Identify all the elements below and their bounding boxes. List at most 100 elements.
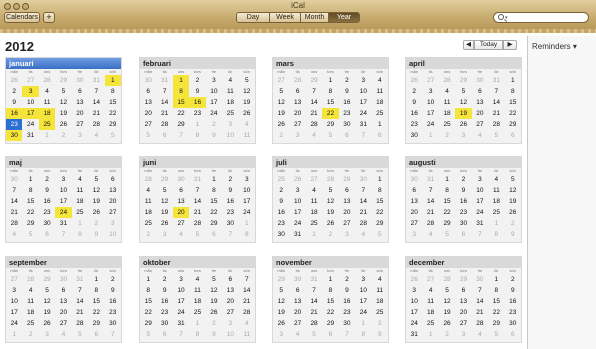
day-cell[interactable]: 14: [488, 97, 504, 108]
day-cell[interactable]: 24: [22, 119, 38, 130]
day-cell[interactable]: 5: [322, 130, 338, 141]
day-cell[interactable]: 29: [322, 119, 338, 130]
month-november[interactable]: november mån tis ons tors fre lör sön 29 30 31 1 2 3 4…: [272, 256, 389, 343]
day-cell[interactable]: 3: [355, 274, 371, 285]
day-cell[interactable]: 23: [189, 108, 205, 119]
day-cell[interactable]: 7: [306, 285, 322, 296]
day-cell[interactable]: 27: [406, 218, 422, 229]
day-cell[interactable]: 8: [172, 86, 190, 97]
month-title[interactable]: december: [406, 257, 521, 268]
day-cell[interactable]: 11: [222, 86, 238, 97]
day-cell[interactable]: 31: [306, 274, 322, 285]
day-cell[interactable]: 9: [372, 329, 388, 340]
day-cell[interactable]: 31: [488, 75, 504, 86]
day-cell[interactable]: 3: [222, 119, 238, 130]
day-cell[interactable]: 21: [306, 108, 322, 119]
day-cell[interactable]: 23: [339, 108, 355, 119]
month-title[interactable]: april: [406, 58, 521, 69]
day-cell[interactable]: 1: [239, 218, 255, 229]
day-cell[interactable]: 6: [339, 185, 355, 196]
day-cell[interactable]: 17: [406, 307, 422, 318]
day-cell[interactable]: 7: [55, 229, 71, 240]
next-year-button[interactable]: ▶: [503, 40, 517, 50]
day-cell[interactable]: 17: [239, 196, 255, 207]
day-cell[interactable]: 27: [222, 307, 238, 318]
day-cell[interactable]: 16: [339, 296, 355, 307]
day-cell[interactable]: 12: [88, 185, 104, 196]
day-cell[interactable]: 18: [439, 108, 455, 119]
day-cell[interactable]: 3: [406, 285, 422, 296]
day-cell[interactable]: 6: [455, 229, 471, 240]
day-cell[interactable]: 29: [156, 174, 172, 185]
day-cell[interactable]: 21: [355, 207, 371, 218]
day-cell[interactable]: 2: [505, 274, 521, 285]
day-cell[interactable]: 1: [422, 329, 438, 340]
day-cell[interactable]: 2: [140, 229, 156, 240]
day-cell[interactable]: 22: [173, 108, 189, 119]
day-cell[interactable]: 20: [472, 108, 488, 119]
day-cell[interactable]: 30: [55, 274, 71, 285]
day-cell[interactable]: 6: [72, 86, 88, 97]
month-oktober[interactable]: oktober mån tis ons tors fre lör sön 1 2 3 4 5 6 7 8 9 10…: [139, 256, 256, 343]
day-cell[interactable]: 15: [22, 196, 38, 207]
day-cell[interactable]: 1: [104, 75, 121, 86]
day-cell[interactable]: 9: [206, 329, 222, 340]
day-cell[interactable]: 8: [322, 86, 338, 97]
day-cell[interactable]: 11: [72, 185, 88, 196]
day-cell[interactable]: 25: [140, 218, 156, 229]
day-cell[interactable]: 9: [505, 229, 521, 240]
day-cell[interactable]: 15: [372, 196, 388, 207]
day-cell[interactable]: 11: [372, 86, 388, 97]
day-cell[interactable]: 4: [6, 229, 22, 240]
view-month-button[interactable]: Month: [301, 13, 329, 22]
day-cell[interactable]: 24: [239, 207, 255, 218]
day-cell[interactable]: 20: [289, 307, 305, 318]
day-cell[interactable]: 30: [140, 75, 156, 86]
day-cell[interactable]: 5: [156, 185, 172, 196]
day-cell[interactable]: 27: [306, 174, 322, 185]
day-cell[interactable]: 10: [472, 185, 488, 196]
day-cell[interactable]: 9: [339, 285, 355, 296]
day-cell[interactable]: 21: [422, 207, 438, 218]
day-cell[interactable]: 23: [505, 307, 521, 318]
day-cell[interactable]: 11: [239, 329, 255, 340]
day-cell[interactable]: 19: [273, 108, 289, 119]
day-cell[interactable]: 19: [156, 207, 172, 218]
day-cell[interactable]: 9: [505, 285, 521, 296]
day-cell[interactable]: 7: [488, 86, 504, 97]
day-cell[interactable]: 29: [306, 75, 322, 86]
day-cell[interactable]: 13: [72, 97, 88, 108]
day-cell[interactable]: 10: [55, 185, 71, 196]
day-cell[interactable]: 29: [372, 218, 388, 229]
add-event-button[interactable]: +: [43, 12, 55, 23]
day-cell[interactable]: 5: [88, 174, 104, 185]
day-cell[interactable]: 9: [189, 86, 205, 97]
day-cell[interactable]: 7: [472, 285, 488, 296]
day-cell[interactable]: 7: [339, 329, 355, 340]
today-button[interactable]: Today: [474, 40, 503, 50]
day-cell[interactable]: 21: [306, 307, 322, 318]
day-cell[interactable]: 14: [306, 97, 322, 108]
day-cell[interactable]: 26: [322, 218, 338, 229]
day-cell[interactable]: 1: [372, 174, 388, 185]
day-cell[interactable]: 6: [173, 185, 189, 196]
day-cell[interactable]: 28: [439, 75, 455, 86]
day-cell[interactable]: 27: [173, 218, 189, 229]
day-cell[interactable]: 14: [72, 296, 88, 307]
day-cell[interactable]: 8: [488, 285, 504, 296]
day-cell[interactable]: 4: [22, 285, 38, 296]
day-cell[interactable]: 4: [355, 229, 371, 240]
day-cell[interactable]: 2: [339, 274, 355, 285]
day-cell[interactable]: 9: [273, 196, 289, 207]
day-cell[interactable]: 28: [6, 218, 22, 229]
day-cell[interactable]: 25: [372, 108, 388, 119]
day-cell[interactable]: 29: [455, 75, 471, 86]
day-cell[interactable]: 30: [355, 174, 371, 185]
day-cell[interactable]: 7: [306, 86, 322, 97]
day-cell[interactable]: 23: [39, 207, 55, 218]
day-cell[interactable]: 27: [22, 75, 38, 86]
day-cell[interactable]: 22: [322, 307, 338, 318]
day-cell[interactable]: 1: [488, 274, 504, 285]
day-cell[interactable]: 15: [172, 97, 190, 108]
day-cell[interactable]: 6: [156, 329, 172, 340]
